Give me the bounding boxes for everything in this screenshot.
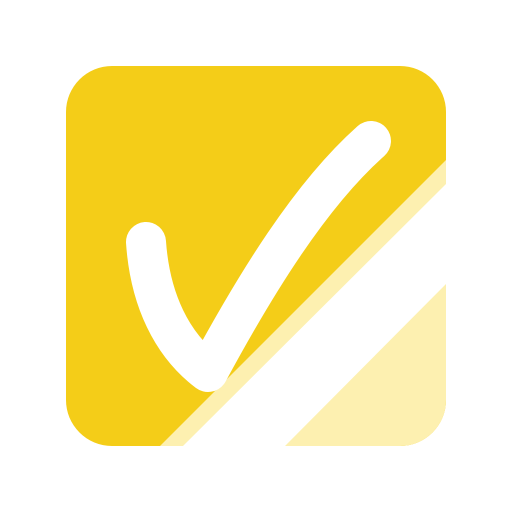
checkmark-icon xyxy=(66,66,446,446)
app-icon-canvas xyxy=(0,0,512,512)
